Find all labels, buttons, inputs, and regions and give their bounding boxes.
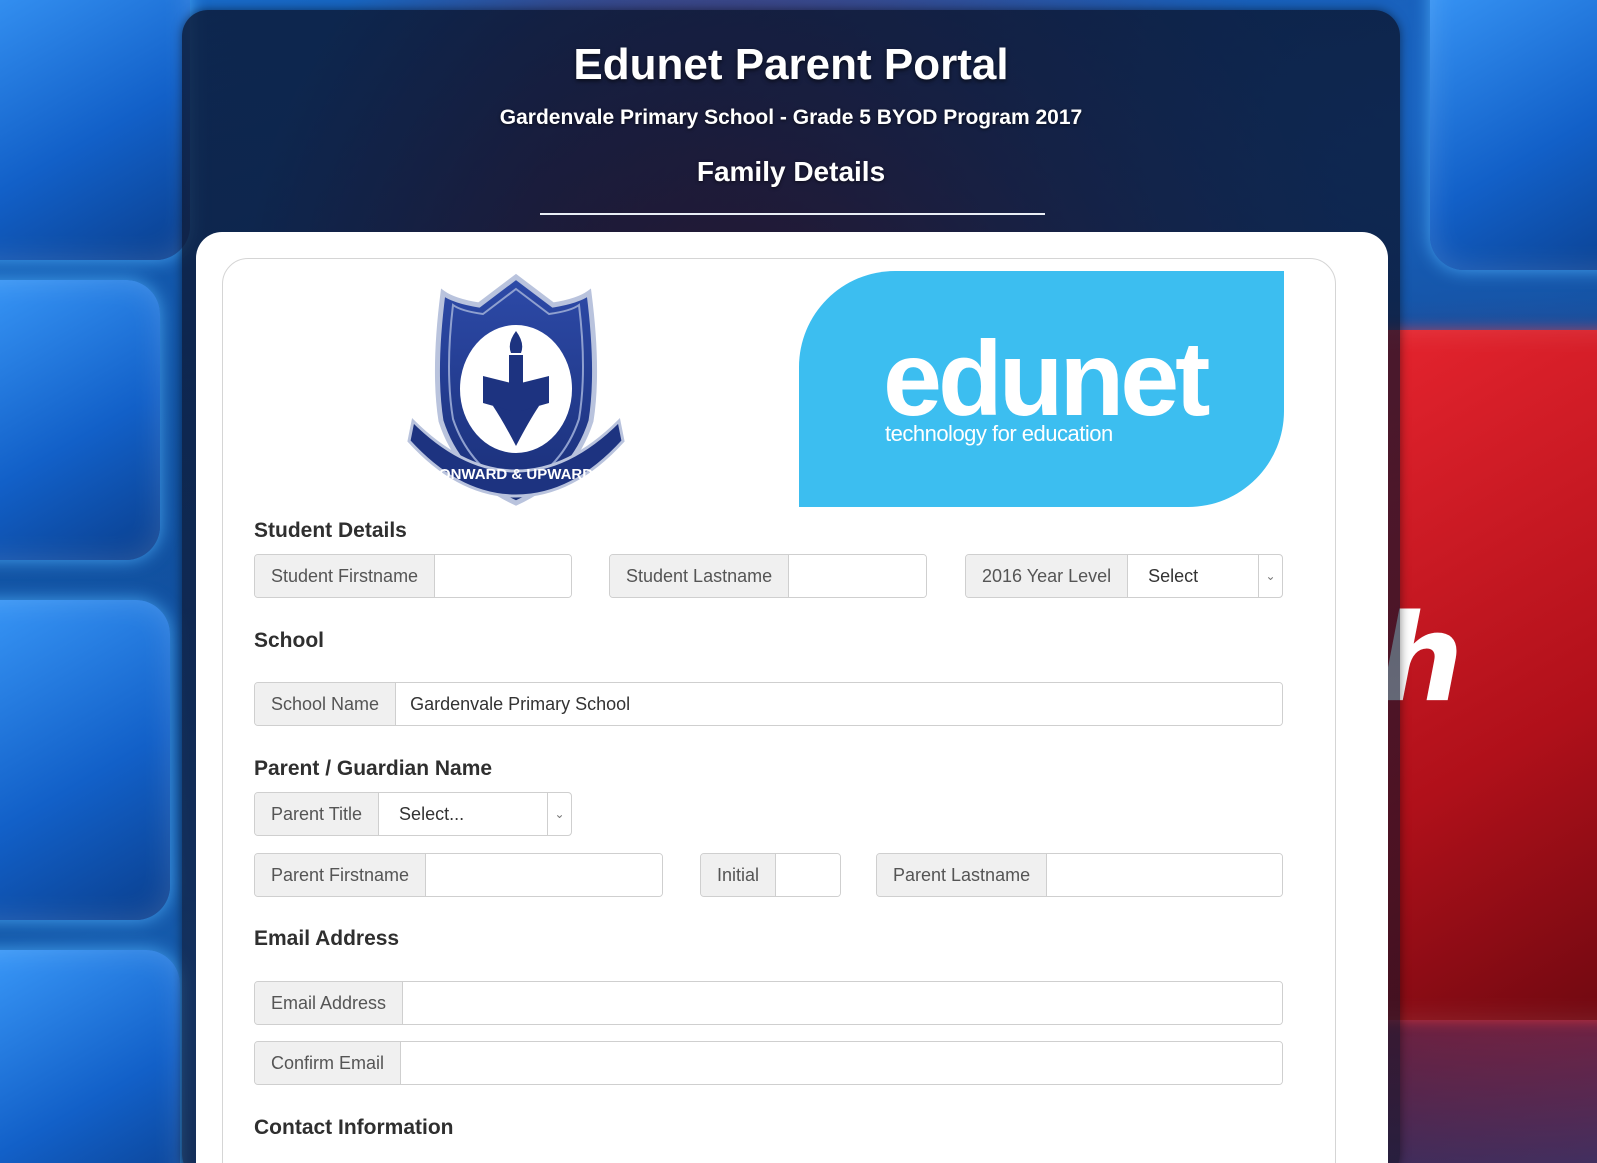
parent-guardian-heading: Parent / Guardian Name: [254, 757, 493, 780]
school-crest-logo: ONWARD & UPWARD: [407, 273, 625, 506]
school-name-input[interactable]: [396, 683, 1282, 725]
parent-title-label: Parent Title: [255, 793, 380, 835]
parent-initial-group: Initial: [700, 853, 841, 897]
parent-title-group: Parent Title Select... ⌄: [254, 792, 572, 836]
email-heading: Email Address: [254, 927, 400, 950]
parent-title-select[interactable]: Select... ⌄: [379, 793, 571, 835]
student-firstname-input[interactable]: [435, 555, 571, 597]
student-details-heading: Student Details: [254, 519, 407, 542]
email-label: Email Address: [255, 982, 404, 1024]
portal-header: Edunet Parent Portal Gardenvale Primary …: [182, 10, 1400, 235]
year-level-select[interactable]: Select ⌄: [1128, 555, 1282, 597]
page-subtitle: Gardenvale Primary School - Grade 5 BYOD…: [499, 106, 1083, 129]
student-lastname-group: Student Lastname: [609, 554, 927, 598]
chevron-down-icon: ⌄: [1258, 555, 1282, 597]
header-divider: [540, 213, 1045, 215]
confirm-email-group: Confirm Email: [254, 1041, 1283, 1085]
form-card: ONWARD & UPWARD edunet technology for ed…: [196, 232, 1388, 1163]
parent-lastname-group: Parent Lastname: [876, 853, 1283, 897]
edunet-logo: edunet technology for education: [799, 271, 1284, 507]
background-key: [0, 280, 160, 560]
parent-initial-input[interactable]: [776, 854, 840, 896]
parent-firstname-label: Parent Firstname: [255, 854, 427, 896]
parent-lastname-input[interactable]: [1047, 854, 1282, 896]
year-level-selected: Select: [1148, 565, 1199, 586]
year-level-group: 2016 Year Level Select ⌄: [965, 554, 1283, 598]
student-lastname-label: Student Lastname: [610, 555, 790, 597]
email-input[interactable]: [403, 982, 1282, 1024]
student-firstname-label: Student Firstname: [255, 555, 436, 597]
portal-panel: Edunet Parent Portal Gardenvale Primary …: [182, 10, 1400, 1163]
parent-firstname-group: Parent Firstname: [254, 853, 663, 897]
year-level-label: 2016 Year Level: [966, 555, 1129, 597]
edunet-logo-tagline: technology for education: [885, 421, 1113, 446]
contact-information-heading: Contact Information: [254, 1116, 454, 1139]
section-title: Family Details: [696, 156, 886, 187]
background-key: [1430, 0, 1597, 270]
form-inner-frame: ONWARD & UPWARD edunet technology for ed…: [222, 258, 1336, 1163]
student-firstname-group: Student Firstname: [254, 554, 572, 598]
background-key: [0, 0, 190, 260]
parent-firstname-input[interactable]: [426, 854, 662, 896]
school-heading: School: [254, 629, 325, 652]
background-key: [0, 950, 180, 1163]
parent-lastname-label: Parent Lastname: [877, 854, 1048, 896]
school-name-label: School Name: [255, 683, 397, 725]
parent-initial-label: Initial: [701, 854, 777, 896]
page-title: Edunet Parent Portal: [573, 40, 1009, 89]
confirm-email-input[interactable]: [401, 1042, 1282, 1084]
chevron-down-icon: ⌄: [547, 793, 571, 835]
crest-motto: ONWARD & UPWARD: [439, 466, 593, 483]
student-lastname-input[interactable]: [789, 555, 926, 597]
parent-title-selected: Select...: [399, 803, 465, 824]
background-key: [0, 600, 170, 920]
confirm-email-label: Confirm Email: [255, 1042, 402, 1084]
email-group: Email Address: [254, 981, 1283, 1025]
school-name-group: School Name: [254, 682, 1283, 726]
